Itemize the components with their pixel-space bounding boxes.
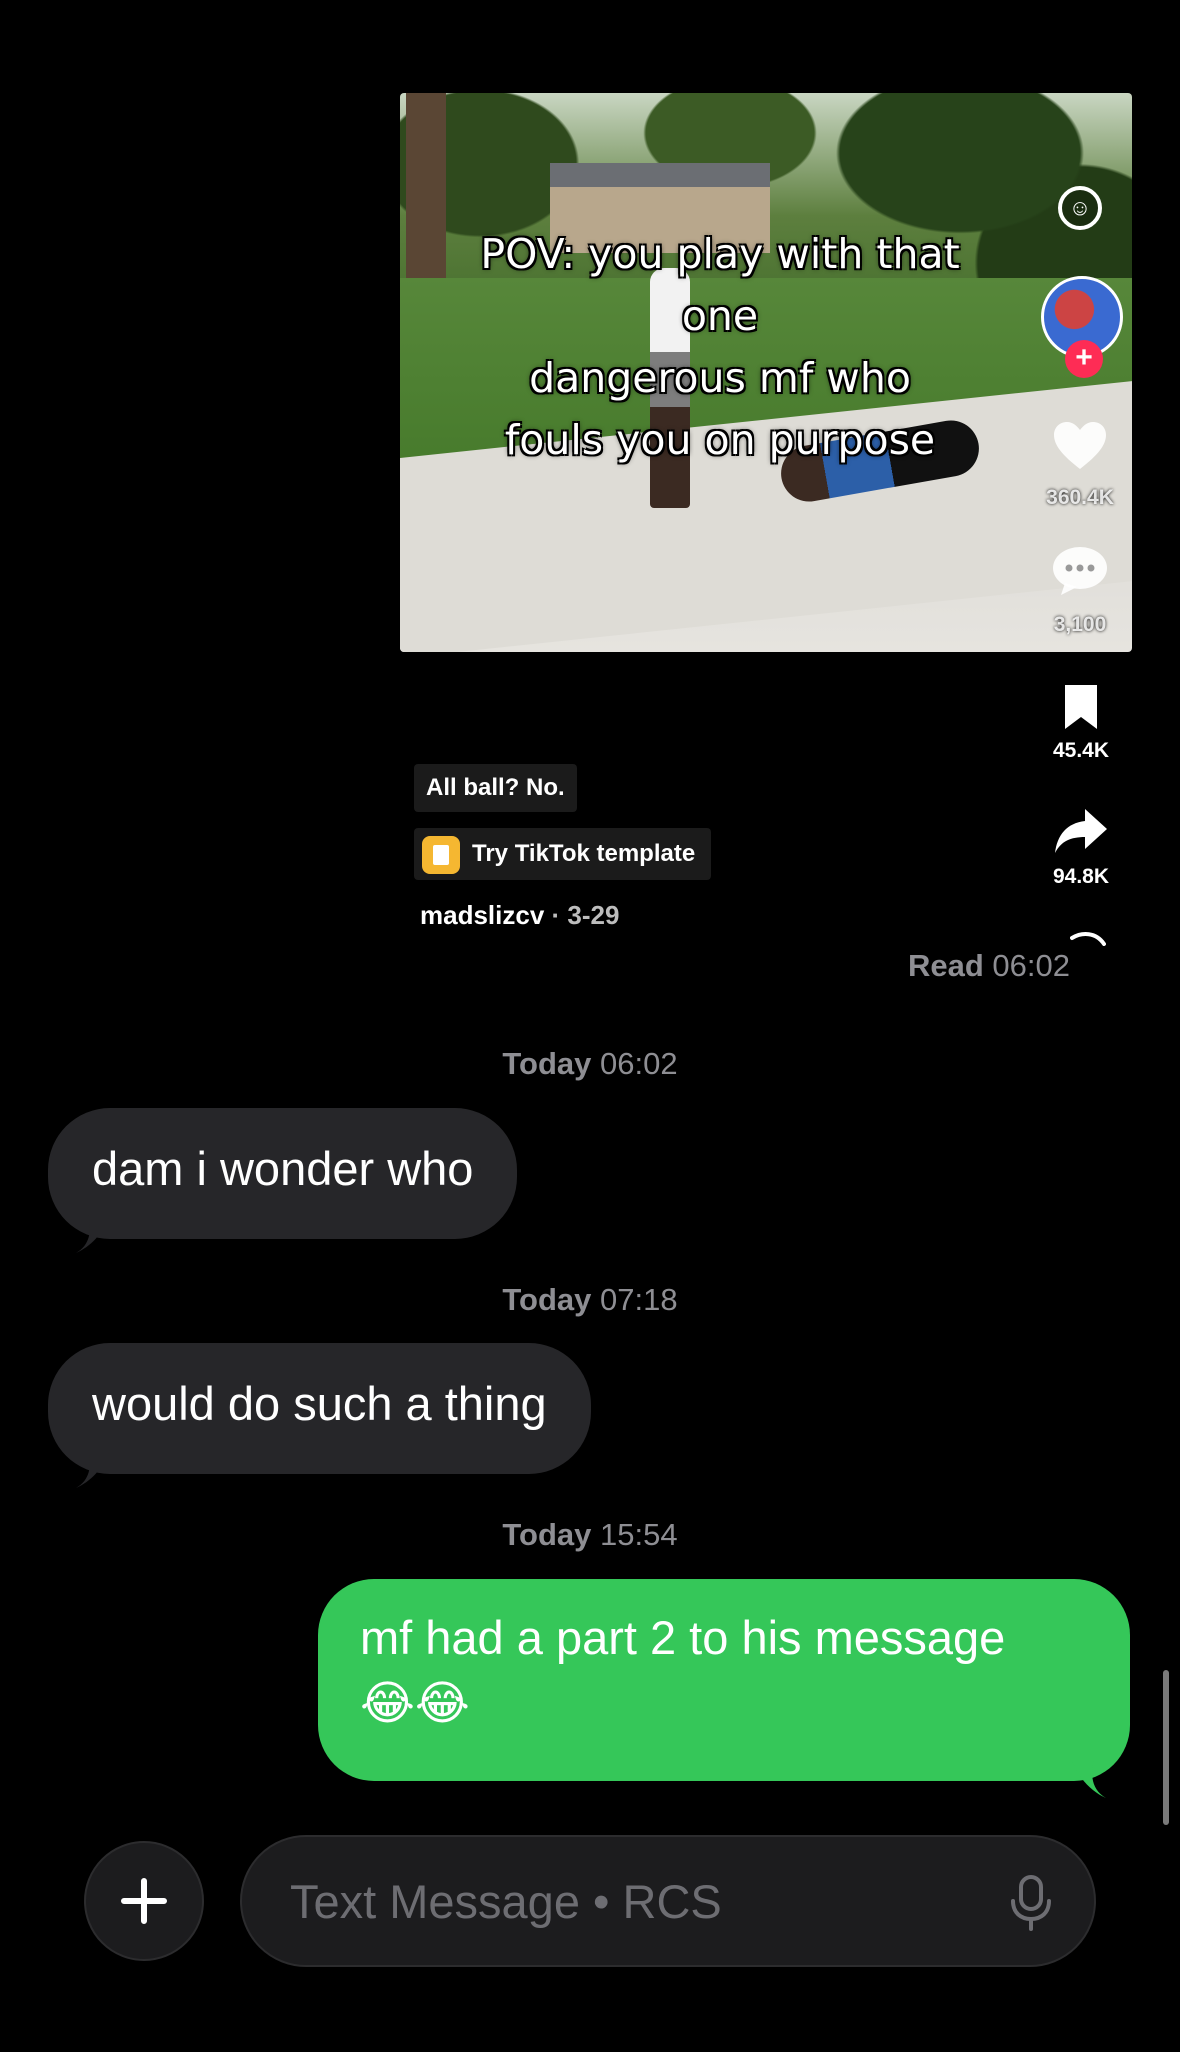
timestamp: Today 06:02 xyxy=(0,1046,1180,1082)
message-text: dam i wonder who xyxy=(92,1142,474,1195)
creator-info[interactable]: madslizcv · 3-29 xyxy=(420,900,619,931)
bubble-tail xyxy=(76,1215,110,1253)
heart-icon[interactable] xyxy=(1050,416,1110,476)
plus-icon xyxy=(121,1878,167,1924)
message-input-container[interactable] xyxy=(240,1835,1096,1967)
attachments-button[interactable] xyxy=(84,1841,204,1961)
bubble-tail xyxy=(1072,1760,1106,1798)
outgoing-message[interactable]: mf had a part 2 to his message 😂😂 xyxy=(318,1579,1130,1781)
creator-username: madslizcv xyxy=(420,900,545,930)
tiktok-video-thumbnail[interactable]: POV: you play with that one dangerous mf… xyxy=(400,93,1132,652)
timestamp: Today 15:54 xyxy=(0,1517,1180,1553)
read-label: Read xyxy=(907,948,984,983)
share-icon[interactable] xyxy=(1052,806,1110,858)
message-text: would do such a thing xyxy=(92,1377,547,1430)
incoming-message[interactable]: dam i wonder who xyxy=(48,1108,518,1239)
timestamp-time: 07:18 xyxy=(600,1282,678,1317)
message-text: mf had a part 2 to his message xyxy=(360,1611,1006,1664)
music-disc-icon[interactable] xyxy=(1070,932,1106,946)
timestamp: Today 07:18 xyxy=(0,1282,1180,1318)
comments-count: 3,100 xyxy=(1053,613,1107,636)
caption-line: dangerous mf who xyxy=(529,354,911,402)
template-label: Try TikTok template xyxy=(472,840,696,867)
timestamp-day: Today xyxy=(502,1517,592,1552)
template-icon xyxy=(422,835,460,874)
effect-sticker-icon[interactable]: ☺ xyxy=(1058,186,1102,230)
caption-line: POV: you play with that one xyxy=(480,230,960,340)
timestamp-time: 15:54 xyxy=(600,1517,678,1552)
message-emoji: 😂😂 xyxy=(360,1676,470,1731)
timestamp-day: Today xyxy=(502,1282,592,1317)
read-time: 06:02 xyxy=(992,948,1070,983)
tiktok-template-button[interactable]: Try TikTok template xyxy=(414,828,712,880)
timestamp-day: Today xyxy=(502,1046,592,1081)
video-caption: POV: you play with that one dangerous mf… xyxy=(440,223,1000,471)
messages-screen: POV: you play with that one dangerous mf… xyxy=(0,0,1180,2052)
incoming-message[interactable]: would do such a thing xyxy=(48,1343,591,1474)
shares-count: 94.8K xyxy=(1052,865,1110,888)
post-date: · 3-29 xyxy=(551,900,620,930)
caption-line: fouls you on purpose xyxy=(504,416,936,464)
sound-label[interactable]: All ball? No. xyxy=(414,764,577,812)
message-input[interactable] xyxy=(290,1837,990,1965)
microphone-icon[interactable] xyxy=(1008,1875,1054,1931)
follow-plus-icon[interactable]: + xyxy=(1065,340,1103,378)
bookmark-icon[interactable] xyxy=(1058,682,1104,732)
read-receipt: Read 06:02 xyxy=(908,948,1070,984)
likes-count: 360.4K xyxy=(1046,486,1114,509)
saves-count: 45.4K xyxy=(1052,739,1110,762)
scrollbar[interactable] xyxy=(1163,1670,1169,1825)
timestamp-time: 06:02 xyxy=(600,1046,678,1081)
comment-icon[interactable] xyxy=(1050,543,1110,599)
bubble-tail xyxy=(76,1450,110,1488)
